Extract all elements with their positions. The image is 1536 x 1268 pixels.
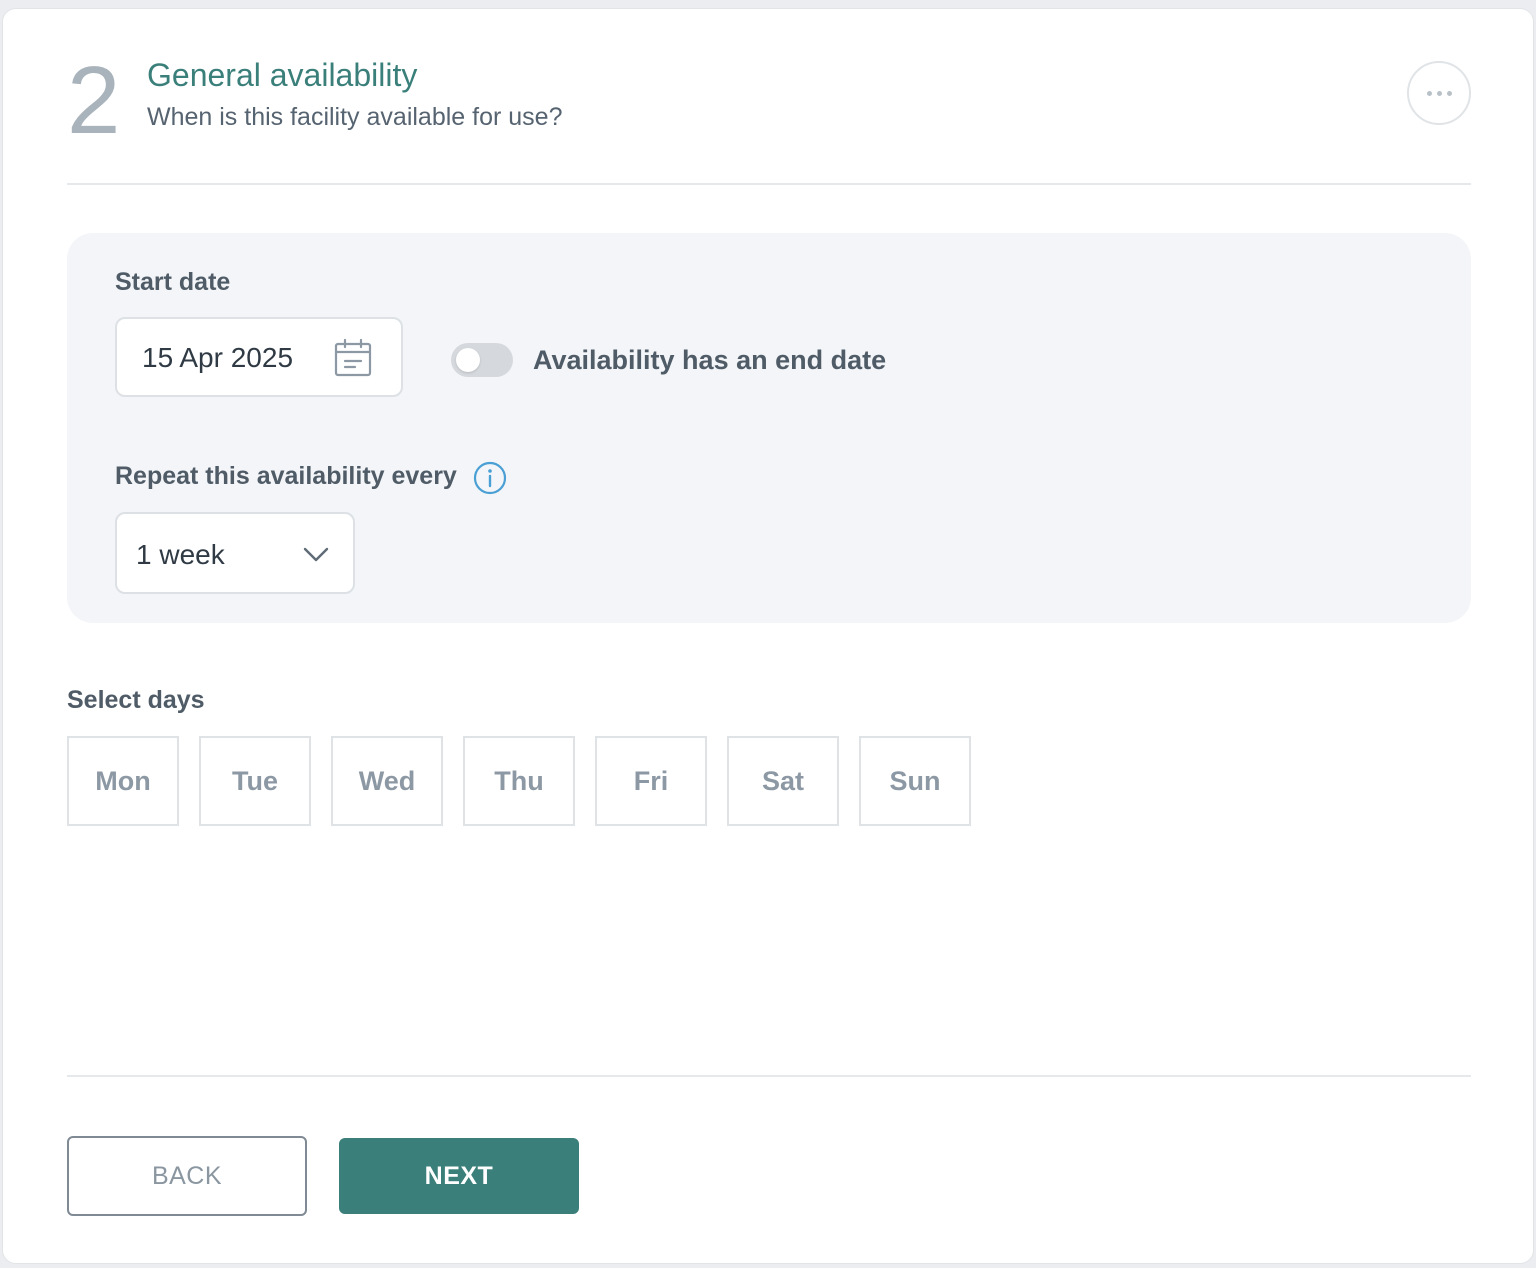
day-selector: Mon Tue Wed Thu Fri Sat Sun (67, 736, 971, 826)
step-number: 2 (67, 47, 120, 154)
day-button-sun[interactable]: Sun (859, 736, 971, 826)
day-button-thu[interactable]: Thu (463, 736, 575, 826)
start-date-value: 15 Apr 2025 (142, 342, 294, 373)
day-button-tue[interactable]: Tue (199, 736, 311, 826)
step-title: General availability (147, 57, 418, 93)
day-button-mon[interactable]: Mon (67, 736, 179, 826)
start-date-input[interactable]: 15 Apr 2025 (115, 317, 403, 397)
repeat-interval-select[interactable]: 1 week (115, 512, 355, 594)
day-button-fri[interactable]: Fri (595, 736, 707, 826)
toggle-knob (456, 348, 480, 372)
chevron-down-icon (303, 547, 329, 562)
end-date-toggle[interactable] (451, 343, 513, 377)
repeat-interval-value: 1 week (136, 539, 225, 570)
day-button-wed[interactable]: Wed (331, 736, 443, 826)
more-options-button[interactable] (1407, 61, 1471, 125)
calendar-icon[interactable] (333, 338, 373, 378)
step-subtitle: When is this facility available for use? (147, 103, 563, 131)
end-date-toggle-label: Availability has an end date (533, 345, 887, 375)
back-button[interactable]: BACK (67, 1136, 307, 1216)
header-divider (67, 183, 1471, 185)
start-date-label: Start date (115, 268, 231, 296)
next-button[interactable]: NEXT (339, 1138, 579, 1214)
repeat-label: Repeat this availability every (115, 462, 457, 490)
more-horizontal-icon (1426, 90, 1432, 96)
more-dot (1446, 90, 1452, 96)
more-dot (1436, 90, 1442, 96)
footer-divider (67, 1075, 1471, 1077)
info-icon[interactable] (473, 461, 507, 495)
availability-panel: Start date 15 Apr 2025 Availability has … (67, 233, 1471, 623)
day-button-sat[interactable]: Sat (727, 736, 839, 826)
availability-card: 2 General availability When is this faci… (2, 8, 1534, 1264)
select-days-label: Select days (67, 686, 205, 714)
